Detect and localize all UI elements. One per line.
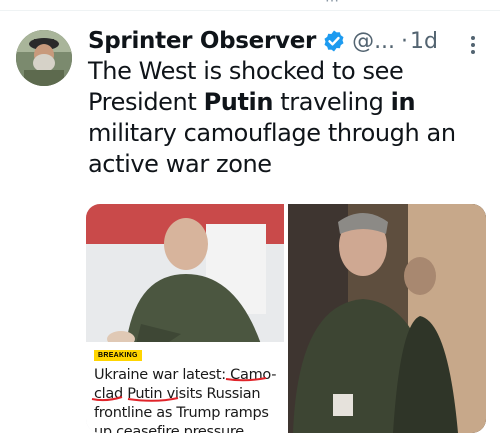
- tweet-header: Sprinter Observer @... · 1d: [88, 24, 438, 58]
- tweet-text-bold: Putin: [203, 88, 274, 116]
- tweet-text: The West is shocked to see President Put…: [88, 56, 488, 180]
- headline-line: frontline as Trump ramps: [94, 405, 269, 421]
- headline-line: Ukraine war latest: Camo-: [94, 367, 277, 383]
- breaking-badge: BREAKING: [94, 350, 142, 361]
- share-icon[interactable]: ⌒: [460, 0, 474, 7]
- headline-line: clad Putin visits Russian: [94, 386, 261, 402]
- tweet-text-segment: traveling: [273, 88, 391, 116]
- author-name[interactable]: Sprinter Observer: [88, 28, 316, 54]
- tweet-text-bold: in: [390, 88, 416, 116]
- media-image-1[interactable]: BREAKING Ukraine war latest: Camo-clad P…: [86, 204, 284, 433]
- reply-icon[interactable]: ⌒: [30, 0, 44, 7]
- separator: ·: [401, 28, 409, 54]
- tweet-text-segment: military camouflage through an active wa…: [88, 119, 456, 178]
- media-image-2[interactable]: [288, 204, 486, 433]
- author-handle[interactable]: @...: [352, 29, 395, 54]
- verified-badge-icon: [322, 29, 346, 53]
- headline-line: up ceasefire pressure: [94, 424, 244, 433]
- media-grid[interactable]: BREAKING Ukraine war latest: Camo-clad P…: [86, 204, 486, 433]
- retweet-icon[interactable]: ⌒: [175, 0, 189, 7]
- news-headline: Ukraine war latest: Camo-clad Putin visi…: [94, 366, 282, 433]
- news-card[interactable]: BREAKING Ukraine war latest: Camo-clad P…: [86, 342, 284, 433]
- more-options-icon[interactable]: [462, 34, 484, 56]
- divider: [0, 10, 500, 11]
- timestamp[interactable]: 1d: [410, 29, 438, 54]
- views-icon[interactable]: ⋯: [325, 0, 339, 7]
- avatar[interactable]: [16, 30, 72, 86]
- previous-tweet-actions: ⌒ ⌒ ⋯ ⌒: [0, 0, 500, 8]
